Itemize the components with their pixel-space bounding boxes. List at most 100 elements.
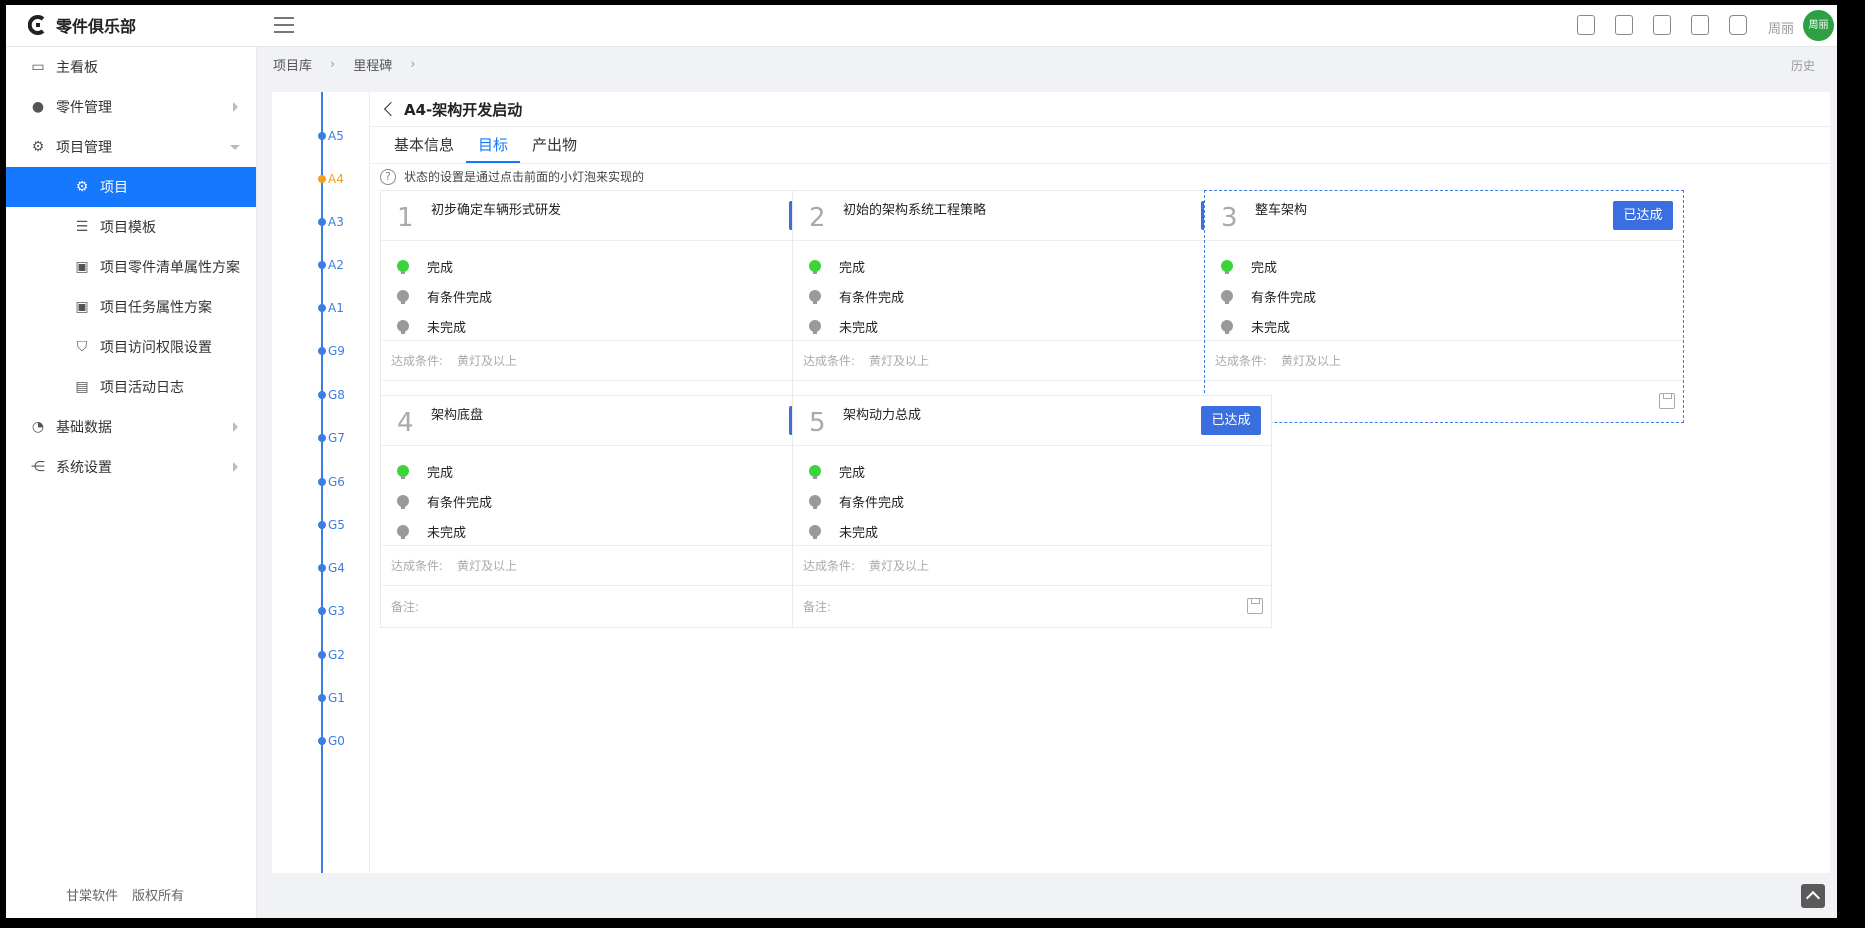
avatar[interactable]: 周丽 [1803, 10, 1834, 41]
message-icon[interactable] [1729, 15, 1747, 35]
sidebar-item-project[interactable]: ⚙ 项目 [6, 167, 256, 207]
timeline-node[interactable]: G4 [318, 560, 378, 576]
sidebar-item-label: 项目访问权限设置 [100, 340, 212, 356]
contacts-icon[interactable] [1653, 15, 1671, 35]
breadcrumb: 项目库 › 里程碑 › [257, 47, 1837, 81]
goal-number: 1 [397, 203, 414, 233]
lightbulb-icon[interactable] [397, 465, 409, 479]
status-option[interactable]: 有条件完成 [793, 486, 1271, 516]
status-option[interactable]: 有条件完成 [381, 281, 859, 311]
logo[interactable]: 零件俱乐部 [28, 13, 136, 37]
lightbulb-icon[interactable] [397, 525, 409, 539]
lightbulb-icon[interactable] [809, 495, 821, 509]
tab-goals[interactable]: 目标 [466, 128, 521, 163]
note-row[interactable]: 备注: [1205, 381, 1683, 421]
transfer-icon[interactable] [1691, 15, 1709, 35]
menu-toggle-icon[interactable] [274, 17, 294, 35]
timeline-node[interactable]: G9 [318, 343, 378, 359]
sidebar-item-task-scheme[interactable]: ▣ 项目任务属性方案 [6, 287, 256, 327]
timeline-node[interactable]: G3 [318, 603, 378, 619]
history-link[interactable]: 历史 [1791, 57, 1815, 74]
chevron-right-icon [233, 422, 238, 432]
status-option[interactable]: 未完成 [1205, 311, 1683, 341]
save-icon[interactable] [1247, 598, 1263, 614]
sidebar-item-parts[interactable]: ● 零件管理 [6, 87, 256, 127]
lightbulb-icon[interactable] [809, 320, 821, 334]
scroll-to-top-button[interactable] [1801, 884, 1825, 908]
sidebar-item-project-template[interactable]: ☰ 项目模板 [6, 207, 256, 247]
status-option[interactable]: 完成 [381, 251, 859, 281]
status-list: 完成 有条件完成 未完成 [381, 446, 859, 546]
goal-card-header: 4架构底盘已达成 [381, 396, 859, 446]
breadcrumb-item-milestone[interactable]: 里程碑 [353, 55, 392, 74]
gear-icon: ⚙ [75, 179, 89, 195]
status-option[interactable]: 完成 [793, 251, 1271, 281]
timeline-node[interactable]: A4 [318, 171, 378, 187]
lightbulb-icon[interactable] [397, 290, 409, 304]
tab-deliverables[interactable]: 产出物 [520, 128, 589, 163]
note-row[interactable]: 备注: [793, 586, 1271, 626]
sidebar-item-dashboard[interactable]: ▭ 主看板 [6, 47, 256, 87]
status-option[interactable]: 未完成 [793, 311, 1271, 341]
achieved-button[interactable]: 已达成 [1613, 201, 1673, 230]
timeline-node[interactable]: G7 [318, 430, 378, 446]
calendar-check-icon[interactable] [1577, 15, 1595, 35]
sidebar-item-label: 项目模板 [100, 220, 156, 236]
goal-card-header: 3 整车架构 已达成 [1205, 191, 1683, 241]
timeline-node[interactable]: G2 [318, 647, 378, 663]
save-icon[interactable] [1659, 393, 1675, 409]
timeline-node[interactable]: A5 [318, 128, 378, 144]
tab-basic-info[interactable]: 基本信息 [382, 128, 466, 163]
sidebar-item-parts-list-scheme[interactable]: ▣ 项目零件清单属性方案 [6, 247, 256, 287]
sidebar-item-system-settings[interactable]: ⋲ 系统设置 [6, 447, 256, 487]
timeline-node-label: G7 [328, 431, 345, 445]
timeline-node[interactable]: A1 [318, 300, 378, 316]
timeline-node[interactable]: G1 [318, 690, 378, 706]
status-option[interactable]: 有条件完成 [381, 486, 859, 516]
goal-card-header: 1初步确定车辆形式研发已达成 [381, 191, 859, 241]
breadcrumb-item-project-library[interactable]: 项目库 [273, 55, 312, 74]
lightbulb-icon[interactable] [809, 525, 821, 539]
lightbulb-icon[interactable] [1221, 290, 1233, 304]
goal-number: 5 [809, 408, 826, 438]
status-option[interactable]: 未完成 [381, 311, 859, 341]
sidebar-item-access-permissions[interactable]: ⛉ 项目访问权限设置 [6, 327, 256, 367]
status-option[interactable]: 未完成 [793, 516, 1271, 546]
timeline-node[interactable]: G8 [318, 387, 378, 403]
lightbulb-icon[interactable] [397, 320, 409, 334]
achieved-button[interactable]: 已达成 [1201, 406, 1261, 435]
sidebar-footer: 甘棠软件 版权所有 [66, 885, 184, 904]
document-icon[interactable] [1615, 15, 1633, 35]
lightbulb-icon[interactable] [1221, 260, 1233, 274]
status-option[interactable]: 有条件完成 [793, 281, 1271, 311]
timeline-dot [318, 737, 326, 745]
timeline-node[interactable]: A3 [318, 214, 378, 230]
lightbulb-icon[interactable] [809, 260, 821, 274]
status-option[interactable]: 有条件完成 [1205, 281, 1683, 311]
lightbulb-icon[interactable] [397, 495, 409, 509]
sidebar-item-project-management[interactable]: ⚙ 项目管理 [6, 127, 256, 167]
sidebar-item-label: 项目 [100, 180, 128, 196]
lightbulb-icon[interactable] [809, 465, 821, 479]
sidebar-item-activity-log[interactable]: ▤ 项目活动日志 [6, 367, 256, 407]
sidebar-item-base-data[interactable]: ◔ 基础数据 [6, 407, 256, 447]
back-icon[interactable] [383, 101, 399, 117]
timeline-node[interactable]: G6 [318, 474, 378, 490]
user-name[interactable]: 周丽 [1768, 18, 1794, 37]
timeline-node[interactable]: A2 [318, 257, 378, 273]
status-option[interactable]: 完成 [793, 456, 1271, 486]
status-option[interactable]: 未完成 [381, 516, 859, 546]
lightbulb-icon[interactable] [809, 290, 821, 304]
status-list: 完成 有条件完成 未完成 [381, 241, 859, 341]
status-option[interactable]: 完成 [1205, 251, 1683, 281]
lightbulb-icon[interactable] [1221, 320, 1233, 334]
page-title: A4-架构开发启动 [404, 100, 523, 119]
app-name: 零件俱乐部 [56, 17, 137, 36]
timeline-node[interactable]: G5 [318, 517, 378, 533]
timeline-node[interactable]: G0 [318, 733, 378, 749]
settings-doc-icon: ▣ [75, 259, 89, 275]
goal-title: 架构动力总成 [843, 408, 922, 423]
status-option[interactable]: 完成 [381, 456, 859, 486]
lightbulb-icon[interactable] [397, 260, 409, 274]
note-row[interactable]: 备注: [381, 586, 859, 626]
